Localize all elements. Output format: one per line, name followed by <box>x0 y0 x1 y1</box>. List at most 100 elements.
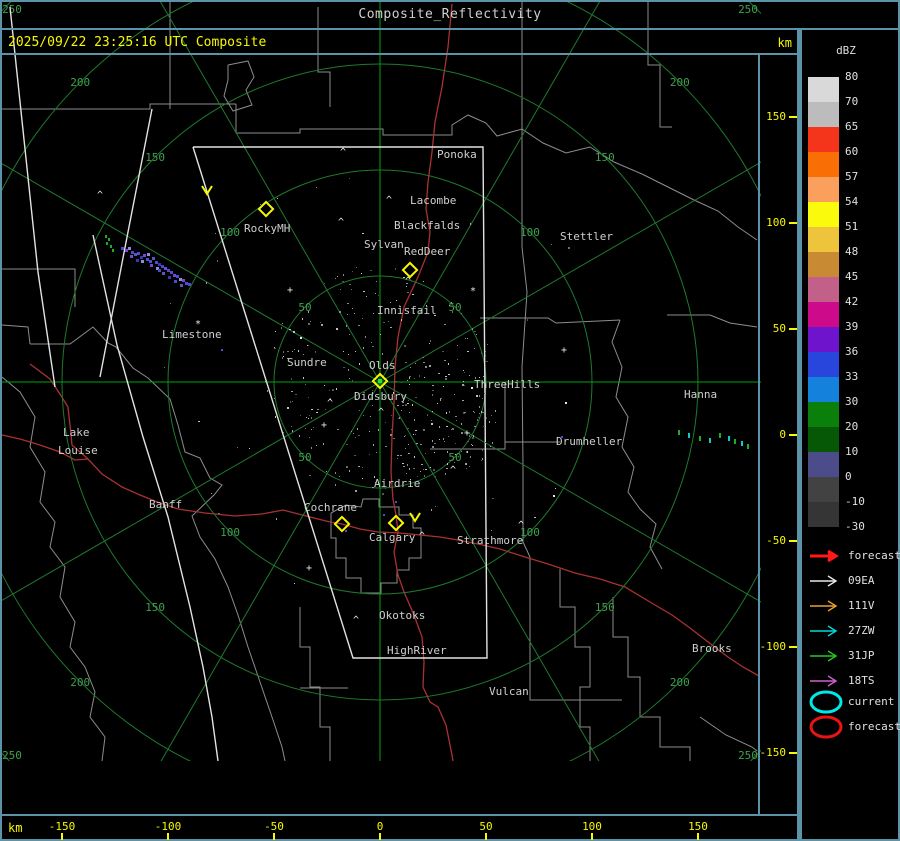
clutter-pixel <box>485 442 486 443</box>
clutter-pixel <box>470 456 471 458</box>
echo-pixel <box>106 242 108 245</box>
clutter-pixel <box>478 417 480 418</box>
clutter-pixel <box>249 448 250 449</box>
clutter-pixel <box>413 468 415 469</box>
clutter-pixel <box>342 281 344 282</box>
scale-color-block <box>808 252 839 277</box>
echo-pixel <box>137 252 140 255</box>
clutter-pixel <box>467 441 469 442</box>
right-axis-tick-label: 150 <box>748 110 786 123</box>
right-axis-tick <box>789 540 797 542</box>
clutter-pixel <box>404 345 406 347</box>
clutter-pixel <box>309 415 310 416</box>
city-label: Didsbury <box>354 390 407 403</box>
clutter-pixel <box>282 357 283 359</box>
clutter-pixel <box>356 267 357 268</box>
clutter-pixel <box>346 444 348 445</box>
clutter-pixel <box>283 432 284 433</box>
clutter-pixel <box>336 388 337 390</box>
clutter-pixel <box>555 488 556 489</box>
storm-chevron-marker <box>410 513 420 521</box>
scale-boundary-label: 42 <box>845 296 885 308</box>
echo-pixel <box>167 269 170 272</box>
clutter-pixel <box>401 382 402 383</box>
clutter-pixel <box>444 324 446 325</box>
bottom-axis-tick <box>273 833 275 840</box>
clutter-pixel <box>316 412 318 413</box>
clutter-pixel <box>430 340 431 342</box>
clutter-pixel <box>378 295 379 296</box>
bottom-axis-tick <box>485 833 487 840</box>
clutter-pixel <box>465 338 466 339</box>
legend-label: 31JP <box>848 649 875 662</box>
clutter-pixel <box>444 360 446 361</box>
clutter-pixel <box>432 385 434 386</box>
radar-center-dot <box>378 379 382 383</box>
clutter-pixel <box>414 456 415 458</box>
clutter-pixel <box>440 398 442 399</box>
clutter-pixel <box>423 429 425 431</box>
titlebar-divider <box>0 28 900 30</box>
legend-label: 09EA <box>848 574 875 587</box>
window-title: Composite_Reflectivity <box>0 7 900 22</box>
clutter-pixel <box>423 362 425 363</box>
18TS-arrow-icon <box>808 673 844 689</box>
clutter-pixel <box>434 476 436 477</box>
clutter-pixel <box>423 469 424 470</box>
clutter-pixel <box>317 409 319 410</box>
right-axis-unit-label: km <box>752 36 792 50</box>
city-label: Cochrane <box>304 501 357 514</box>
city-label: Innisfail <box>377 304 437 317</box>
clutter-pixel <box>299 435 300 437</box>
clutter-pixel <box>397 405 399 406</box>
bottom-axis-tick <box>379 833 381 840</box>
county-boundary <box>30 327 285 761</box>
right-axis-tick <box>789 752 797 754</box>
bottom-axis-tick <box>697 833 699 840</box>
clutter-pixel <box>343 367 345 368</box>
clutter-pixel <box>300 415 301 416</box>
clutter-pixel <box>409 377 410 379</box>
clutter-pixel <box>482 398 483 399</box>
clutter-pixel <box>309 437 310 438</box>
clutter-pixel <box>375 293 376 294</box>
clutter-pixel <box>469 375 470 376</box>
clutter-pixel <box>326 471 327 472</box>
clutter-pixel <box>275 416 276 418</box>
clutter-pixel <box>472 328 473 330</box>
clutter-pixel <box>339 311 341 313</box>
clutter-pixel <box>382 353 383 355</box>
clutter-pixel <box>294 583 295 584</box>
clutter-pixel <box>361 273 362 274</box>
clutter-pixel <box>324 283 325 284</box>
clutter-pixel <box>405 404 407 406</box>
clutter-pixel <box>438 373 440 374</box>
clutter-pixel <box>380 334 381 335</box>
clutter-pixel <box>349 284 351 285</box>
caret-marker: ^ <box>386 195 392 206</box>
clutter-pixel <box>481 411 482 413</box>
caret-marker: ^ <box>327 398 333 409</box>
clutter-pixel <box>397 455 399 456</box>
clutter-pixel <box>492 498 494 499</box>
clutter-pixel <box>479 413 480 414</box>
clutter-pixel <box>430 467 431 468</box>
clutter-pixel <box>369 454 370 455</box>
clutter-pixel <box>427 301 428 302</box>
ring-distance-label: 200 <box>70 76 90 89</box>
clutter-pixel <box>444 441 445 442</box>
scale-boundary-label: 65 <box>845 121 885 133</box>
scale-boundary-label: 0 <box>845 471 885 483</box>
clutter-pixel <box>393 438 395 439</box>
scale-color-block <box>808 427 839 452</box>
clutter-pixel <box>408 400 409 401</box>
clutter-pixel <box>406 473 407 474</box>
clutter-pixel <box>358 466 360 467</box>
right-axis-tick-label: -100 <box>748 640 786 653</box>
echo-pixel <box>678 430 680 435</box>
city-label: HighRiver <box>387 644 447 657</box>
clutter-pixel <box>487 344 488 345</box>
clutter-pixel <box>355 351 356 352</box>
clutter-pixel <box>329 390 330 391</box>
clutter-pixel <box>385 422 386 423</box>
